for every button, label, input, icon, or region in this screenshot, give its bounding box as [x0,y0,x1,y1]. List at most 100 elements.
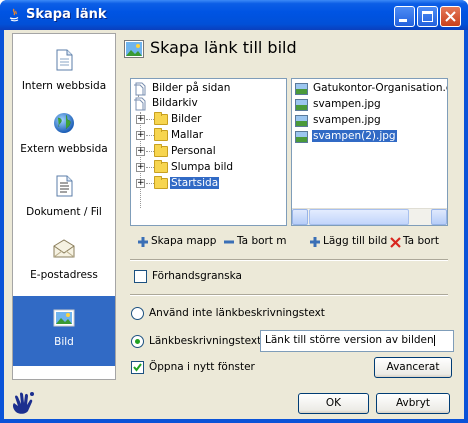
sidebar-item-label: Intern webbsida [21,80,107,92]
window-title: Skapa länk [26,7,107,22]
pages-icon [134,97,146,111]
cancel-button[interactable]: Avbryt [376,393,450,414]
pages-icon [134,82,146,96]
maximize-button[interactable] [417,6,438,27]
list-item-selected[interactable]: svampen(2).jpg [294,129,446,145]
sidebar-item-dokument-fil[interactable]: Dokument / Fil [13,166,115,229]
image-file-icon [295,99,308,111]
red-x-icon [390,237,401,248]
sidebar-item-intern-webbsida[interactable]: Intern webbsida [13,40,115,103]
scroll-thumb[interactable] [309,209,409,225]
close-button[interactable] [440,6,461,27]
open-new-window-checkbox[interactable] [131,361,144,374]
delete-folder-button[interactable]: Ta bort m [222,234,290,250]
plus-icon [138,237,148,247]
sidebar-item-label: Dokument / Fil [26,206,102,218]
checkmark-icon [133,363,142,372]
list-item[interactable]: Gatukontor-Organisation.gif [294,81,448,97]
horizontal-scrollbar[interactable] [292,208,447,225]
no-link-text-label: Använd inte länkbeskrivningstext [149,307,325,319]
file-name: svampen.jpg [313,114,381,126]
expand-icon[interactable]: + [136,179,145,188]
tree-item-label: Personal [171,145,216,157]
folder-icon [154,128,168,141]
divider [130,259,448,261]
dialog-body: Intern webbsida Extern webbsida Dokument… [4,30,464,419]
image-file-icon [295,83,308,95]
link-text-label: Länkbeskrivningstext: [149,335,265,347]
no-link-text-radio[interactable] [131,307,144,320]
file-name: Gatukontor-Organisation.gif [313,82,448,94]
sidebar-item-label: E-postadress [30,269,98,281]
tree-item-folder[interactable]: + Personal [133,144,283,160]
tree-item-folder[interactable]: + Mallar [133,128,283,144]
sidebar-item-e-postadress[interactable]: E-postadress [13,229,115,292]
add-image-label: Lägg till bild [323,235,388,247]
hand-logo-icon [12,392,34,414]
tree-item-folder[interactable]: + Bilder [133,112,283,128]
folder-icon [154,176,168,189]
dialog-window: Skapa länk Intern webbsida Extern webbsi… [0,0,468,423]
expand-icon[interactable]: + [136,115,145,124]
sidebar-item-label: Extern webbsida [20,143,108,155]
tree-item-folder[interactable]: + Slumpa bild [133,160,283,176]
expand-icon[interactable]: + [136,147,145,156]
globe-icon [54,113,74,133]
link-text-value: Länk till större version av bilden [265,334,434,346]
scroll-right-button[interactable] [431,209,447,225]
scroll-left-button[interactable] [292,209,308,225]
expand-icon[interactable]: + [136,131,145,140]
list-item[interactable]: svampen.jpg [294,97,446,113]
tree-item-label: Bilder [171,113,202,125]
expand-icon[interactable]: + [136,163,145,172]
delete-folder-label: Ta bort m [237,235,287,247]
close-icon [445,11,456,22]
minimize-icon [399,19,407,22]
link-text-input[interactable]: Länk till större version av bilden [260,330,454,352]
tree-item-label: Bilder på sidan [152,82,231,94]
sidebar-item-label: Bild [54,336,74,348]
delete-image-button[interactable]: Ta bort [388,234,450,250]
page-title: Skapa länk till bild [150,38,297,57]
document-icon [56,175,73,197]
folder-icon [154,144,168,157]
list-item[interactable]: svampen.jpg [294,113,446,129]
minimize-button[interactable] [394,6,415,27]
tree-item-label: Slumpa bild [171,161,234,173]
tree-item-archive[interactable]: Bildarkiv [133,96,283,112]
tree-item-root[interactable]: Bilder på sidan [133,81,283,97]
link-type-sidebar: Intern webbsida Extern webbsida Dokument… [12,33,116,380]
add-image-button[interactable]: Lägg till bild [308,234,392,250]
plus-icon [310,237,320,247]
sidebar-item-bild[interactable]: Bild [13,296,115,366]
folder-icon [154,160,168,173]
text-cursor [433,334,435,346]
preview-checkbox[interactable] [134,270,147,283]
tree-item-folder-selected[interactable]: + Startsida [133,176,283,192]
picture-icon [124,40,144,58]
image-file-icon [295,131,308,143]
envelope-icon [53,239,75,258]
title-bar[interactable]: Skapa länk [0,0,468,30]
open-new-window-label: Öppna i nytt fönster [149,361,255,373]
picture-icon [53,309,75,327]
maximize-icon [422,11,433,22]
ok-button[interactable]: OK [298,393,369,414]
file-name: svampen.jpg [313,98,381,110]
image-file-list[interactable]: Gatukontor-Organisation.gif svampen.jpg … [291,78,448,226]
tree-item-label: Bildarkiv [152,97,198,109]
create-folder-label: Skapa mapp [151,235,217,247]
tree-item-label: Startsida [170,177,220,189]
page-icon [56,49,73,71]
java-icon [9,8,19,22]
preview-label: Förhandsgranska [152,270,242,282]
divider [130,294,448,296]
file-name: svampen(2).jpg [312,130,397,142]
sidebar-item-extern-webbsida[interactable]: Extern webbsida [13,103,115,166]
tree-item-label: Mallar [171,129,204,141]
link-text-radio[interactable] [131,335,144,348]
folder-tree[interactable]: Bilder på sidan Bildarkiv + Bilder + Mal… [130,78,287,226]
image-file-icon [295,115,308,127]
minus-icon [224,240,234,244]
advanced-button[interactable]: Avancerat [374,357,452,378]
